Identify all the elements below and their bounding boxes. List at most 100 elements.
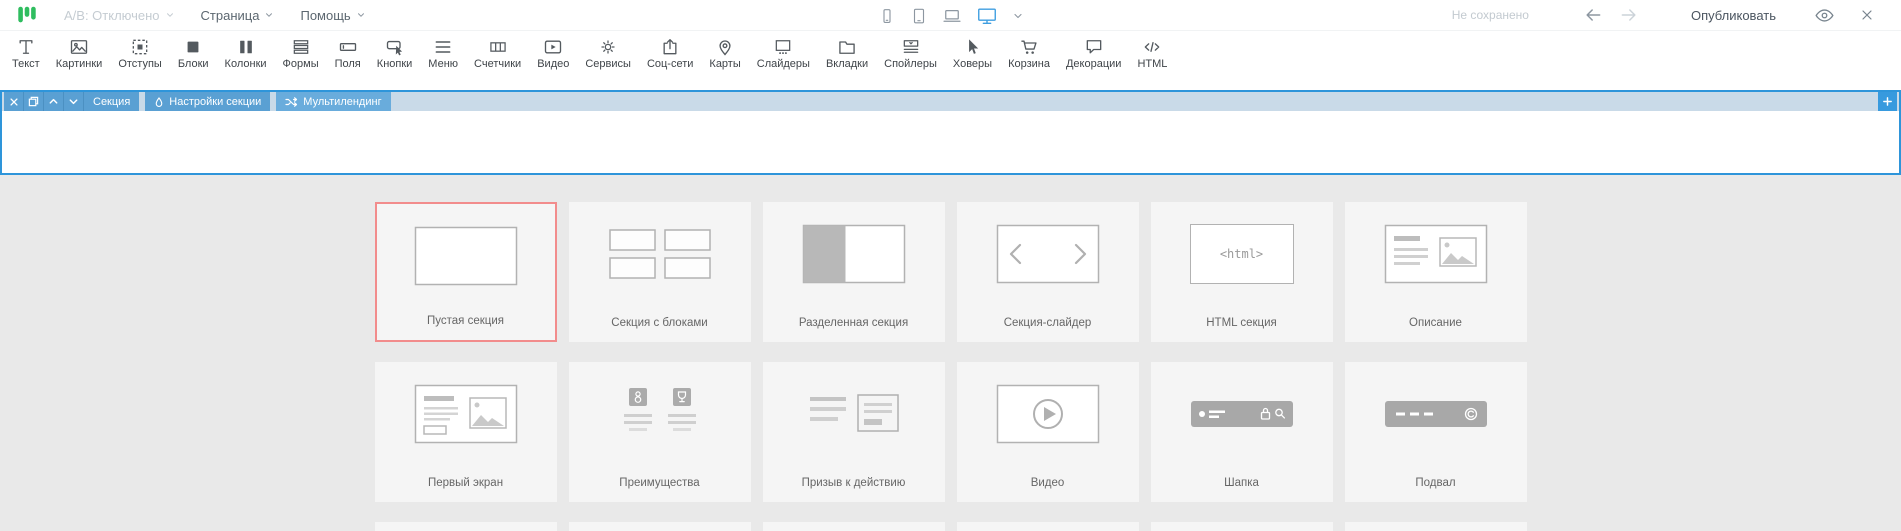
app-logo-icon[interactable] (16, 4, 38, 26)
toolbar-item-sliders[interactable]: Слайдеры (749, 35, 818, 70)
template-card-call-to-action[interactable]: Призыв к действию (763, 362, 945, 502)
toolbar-item-counters[interactable]: Счетчики (466, 35, 529, 70)
canvas-gap (0, 77, 1901, 90)
template-card-first-screen[interactable]: Первый экран (375, 362, 557, 502)
template-card-slider-section[interactable]: Секция-слайдер (957, 202, 1139, 342)
counters-icon (488, 36, 508, 57)
toolbar-item-label: Формы (283, 58, 319, 70)
toolbar-item-social[interactable]: Соц-сети (639, 35, 701, 70)
template-card-partial[interactable] (1151, 522, 1333, 531)
section-settings-button[interactable]: Настройки секции (145, 92, 270, 111)
toolbar-item-label: Корзина (1008, 58, 1050, 70)
laptop-preview-button[interactable] (942, 6, 962, 26)
template-card-partial[interactable] (957, 522, 1139, 531)
toolbar-item-spacing[interactable]: Отступы (110, 35, 170, 70)
chevron-down-icon (165, 10, 175, 20)
template-card-partial[interactable] (763, 522, 945, 531)
multilanding-label: Мультилендинг (303, 96, 381, 108)
add-section-button[interactable] (1878, 92, 1897, 111)
toolbar-item-decorations[interactable]: Декорации (1058, 35, 1129, 70)
speech-bubble-icon (1084, 36, 1104, 57)
empty-section-canvas[interactable] (2, 111, 1899, 173)
multilanding-button[interactable]: Мультилендинг (276, 92, 390, 111)
toolbar-item-label: Кнопки (377, 58, 413, 70)
move-section-up-button[interactable] (44, 92, 64, 111)
toolbar-item-services[interactable]: Сервисы (577, 35, 639, 70)
section-controls-band: Секция Настройки секции Мультилендинг (2, 92, 1899, 111)
shopping-cart-icon (1019, 36, 1039, 57)
template-card-split-section[interactable]: Разделенная секция (763, 202, 945, 342)
toolbar-item-video[interactable]: Видео (529, 35, 577, 70)
slider-section-thumbnail (957, 202, 1139, 306)
move-section-down-button[interactable] (64, 92, 84, 111)
toolbar-item-tabs[interactable]: Вкладки (818, 35, 876, 70)
close-editor-button[interactable] (1847, 7, 1887, 23)
toolbar-item-blocks[interactable]: Блоки (170, 35, 217, 70)
toolbar-item-maps[interactable]: Карты (701, 35, 748, 70)
toolbar-item-label: Поля (335, 58, 361, 70)
template-card-section-with-blocks[interactable]: Секция с блоками (569, 202, 751, 342)
toolbar-item-html[interactable]: HTML (1129, 35, 1175, 70)
template-card-partial[interactable] (375, 522, 557, 531)
template-card-footer[interactable]: Подвал (1345, 362, 1527, 502)
toolbar-item-hovers[interactable]: Ховеры (945, 35, 1000, 70)
template-card-html-section[interactable]: <html> HTML секция (1151, 202, 1333, 342)
mobile-preview-button[interactable] (878, 7, 896, 25)
help-menu[interactable]: Помощь (300, 8, 365, 23)
publish-button[interactable]: Опубликовать (1691, 8, 1776, 23)
share-icon (660, 36, 680, 57)
section-label: Секция (84, 92, 139, 111)
template-card-header[interactable]: Шапка (1151, 362, 1333, 502)
tablet-preview-button[interactable] (910, 7, 928, 25)
template-card-label: Описание (1345, 317, 1527, 329)
toolbar-item-menu[interactable]: Меню (420, 35, 466, 70)
description-thumbnail (1345, 202, 1527, 306)
toolbar-item-spoilers[interactable]: Спойлеры (876, 35, 945, 70)
folder-tab-icon (837, 36, 857, 57)
chevron-up-icon (48, 96, 59, 107)
app-root: A/B: Отключено Страница Помощь (0, 0, 1901, 531)
delete-section-button[interactable] (4, 92, 24, 111)
page-menu[interactable]: Страница (201, 8, 275, 23)
preview-eye-button[interactable] (1802, 5, 1847, 26)
phone-icon (878, 7, 896, 25)
toolbar-item-label: Блоки (178, 58, 209, 70)
chevron-down-icon (264, 10, 274, 20)
toolbar-item-forms[interactable]: Формы (275, 35, 327, 70)
close-icon (1859, 7, 1875, 23)
template-card-benefits[interactable]: Преимущества (569, 362, 751, 502)
template-card-video[interactable]: Видео (957, 362, 1139, 502)
template-card-partial[interactable] (1345, 522, 1527, 531)
hamburger-menu-icon (433, 36, 453, 57)
toolbar-item-fields[interactable]: Поля (327, 35, 369, 70)
toolbar-item-label: Видео (537, 58, 569, 70)
fields-icon (338, 36, 358, 57)
ab-test-menu[interactable]: A/B: Отключено (64, 8, 175, 23)
toolbar-item-text[interactable]: Текст (4, 35, 48, 70)
toolbar-item-columns[interactable]: Колонки (217, 35, 275, 70)
device-dropdown-chevron[interactable] (1012, 10, 1024, 22)
toolbar-item-label: Картинки (56, 58, 103, 70)
toolbar-item-label: Соц-сети (647, 58, 693, 70)
undo-button[interactable] (1575, 5, 1611, 25)
template-card-label: Секция с блоками (569, 317, 751, 329)
html-section-thumbnail: <html> (1151, 202, 1333, 306)
template-card-empty-section[interactable]: Пустая секция (375, 202, 557, 342)
toolbar-item-label: Колонки (225, 58, 267, 70)
toolbar-item-images[interactable]: Картинки (48, 35, 111, 70)
selected-section[interactable]: Секция Настройки секции Мультилендинг (0, 90, 1901, 175)
buttons-icon (385, 36, 405, 57)
columns-icon (236, 36, 256, 57)
toolbar-item-buttons[interactable]: Кнопки (369, 35, 421, 70)
toolbar-item-cart[interactable]: Корзина (1000, 35, 1058, 70)
template-card-partial[interactable] (569, 522, 751, 531)
toolbar-item-label: Отступы (118, 58, 162, 70)
template-card-label: Пустая секция (377, 315, 555, 327)
toolbar-item-label: Текст (12, 58, 40, 70)
desktop-preview-button[interactable] (976, 5, 998, 27)
duplicate-section-button[interactable] (24, 92, 44, 111)
footer-thumbnail (1345, 362, 1527, 466)
spacing-icon (130, 36, 150, 57)
template-card-description[interactable]: Описание (1345, 202, 1527, 342)
redo-button[interactable] (1611, 5, 1647, 25)
